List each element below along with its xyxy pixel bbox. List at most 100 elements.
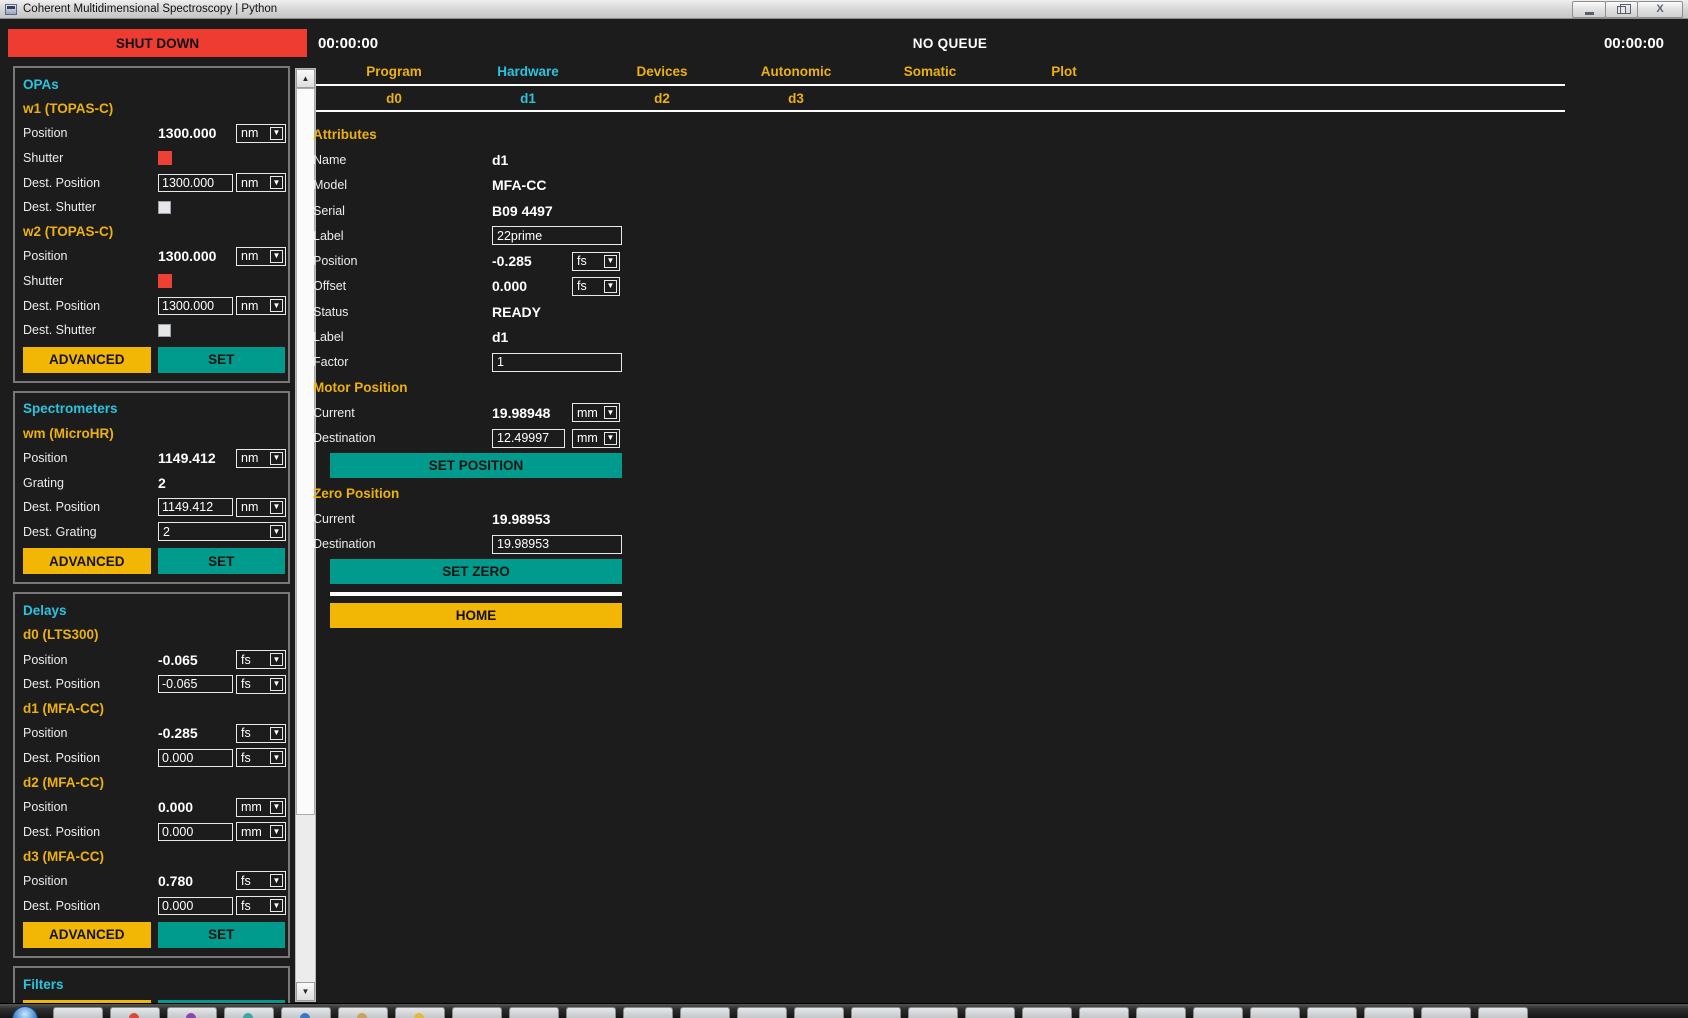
subtab-d2[interactable]: d2 [595,88,729,109]
subtab-d1[interactable]: d1 [461,88,595,109]
restore-button[interactable] [1605,1,1638,18]
tab-plot[interactable]: Plot [997,60,1131,84]
taskbar-button[interactable] [1079,1007,1129,1018]
dest-grating-select[interactable]: 2 ▼ [158,522,286,541]
unit-select[interactable]: nm ▼ [236,124,286,143]
unit-select[interactable]: mm ▼ [572,403,620,422]
taskbar-button[interactable] [965,1007,1015,1018]
set-button[interactable]: SET [158,347,286,373]
chevron-down-icon[interactable]: ▼ [270,653,283,666]
subtab-d0[interactable]: d0 [327,88,461,109]
taskbar-button[interactable] [908,1007,958,1018]
taskbar-button[interactable] [167,1007,217,1018]
unit-select[interactable]: fs ▼ [236,650,286,669]
scroll-down-button[interactable]: ▼ [296,982,315,1001]
unit-select[interactable]: fs ▼ [572,252,620,271]
taskbar-button[interactable] [53,1007,103,1018]
advanced-button[interactable]: ADVANCED [23,347,151,373]
chevron-down-icon[interactable]: ▼ [270,501,283,514]
advanced-button[interactable]: ADVANCED [23,922,151,948]
taskbar-button[interactable] [1307,1007,1357,1018]
taskbar-button[interactable] [509,1007,559,1018]
taskbar-button[interactable] [1022,1007,1072,1018]
tab-program[interactable]: Program [327,60,461,84]
unit-select[interactable]: fs ▼ [236,748,286,767]
dest-position-input[interactable] [158,823,233,841]
taskbar-button[interactable] [566,1007,616,1018]
chevron-down-icon[interactable]: ▼ [270,899,283,912]
set-button[interactable]: SET [158,922,286,948]
advanced-button[interactable]: ADVANCED [23,548,151,574]
chevron-down-icon[interactable]: ▼ [604,255,617,268]
chevron-down-icon[interactable]: ▼ [604,406,617,419]
chevron-down-icon[interactable]: ▼ [270,452,283,465]
minimize-button[interactable] [1572,1,1606,18]
dest-position-input[interactable] [158,174,233,192]
taskbar-button[interactable] [737,1007,787,1018]
taskbar-button[interactable] [224,1007,274,1018]
chevron-down-icon[interactable]: ▼ [270,678,283,691]
chevron-down-icon[interactable]: ▼ [270,127,283,140]
motor-destination-input[interactable] [492,429,565,448]
set-position-button[interactable]: SET POSITION [330,453,622,478]
factor-input[interactable] [492,353,622,372]
subtab-d3[interactable]: d3 [729,88,863,109]
unit-select[interactable]: fs ▼ [236,896,286,915]
taskbar-button[interactable] [1421,1007,1471,1018]
chevron-down-icon[interactable]: ▼ [270,525,283,538]
taskbar-button[interactable] [851,1007,901,1018]
tab-autonomic[interactable]: Autonomic [729,60,863,84]
unit-select[interactable]: fs ▼ [236,675,286,694]
chevron-down-icon[interactable]: ▼ [270,801,283,814]
dest-position-input[interactable] [158,297,233,315]
taskbar-button[interactable] [452,1007,502,1018]
unit-select[interactable]: nm ▼ [236,247,286,266]
unit-select[interactable]: fs ▼ [236,724,286,743]
unit-select[interactable]: nm ▼ [236,173,286,192]
start-orb-icon[interactable] [12,1006,38,1018]
taskbar-button[interactable] [1136,1007,1186,1018]
taskbar-button[interactable] [1478,1007,1528,1018]
unit-select[interactable]: fs ▼ [236,871,286,890]
unit-select[interactable]: mm ▼ [572,429,620,448]
tab-hardware[interactable]: Hardware [461,60,595,84]
dest-position-input[interactable] [158,897,233,915]
set-zero-button[interactable]: SET ZERO [330,559,622,584]
unit-select[interactable]: fs ▼ [572,277,620,296]
chevron-down-icon[interactable]: ▼ [604,280,617,293]
taskbar-button[interactable] [794,1007,844,1018]
scroll-up-button[interactable]: ▲ [296,69,315,88]
chevron-down-icon[interactable]: ▼ [270,250,283,263]
close-button[interactable]: X [1637,1,1683,18]
chevron-down-icon[interactable]: ▼ [270,176,283,189]
label-input[interactable] [492,226,622,245]
unit-select[interactable]: nm ▼ [236,498,286,517]
chevron-down-icon[interactable]: ▼ [270,727,283,740]
chevron-down-icon[interactable]: ▼ [270,751,283,764]
chevron-down-icon[interactable]: ▼ [270,874,283,887]
unit-select[interactable]: nm ▼ [236,449,286,468]
taskbar-button[interactable] [680,1007,730,1018]
taskbar-button[interactable] [281,1007,331,1018]
dest-shutter-checkbox[interactable] [158,201,171,214]
taskbar-button[interactable] [395,1007,445,1018]
dest-position-input[interactable] [158,749,233,767]
set-button[interactable]: SET [158,548,286,574]
dest-position-input[interactable] [158,675,233,693]
taskbar-button[interactable] [1364,1007,1414,1018]
shutdown-button[interactable]: SHUT DOWN [8,29,307,57]
dest-position-input[interactable] [158,498,233,516]
taskbar-button[interactable] [623,1007,673,1018]
taskbar-button[interactable] [338,1007,388,1018]
chevron-down-icon[interactable]: ▼ [604,432,617,445]
unit-select[interactable]: mm ▼ [236,822,286,841]
home-button[interactable]: HOME [330,603,622,628]
tab-somatic[interactable]: Somatic [863,60,997,84]
unit-select[interactable]: nm ▼ [236,296,286,315]
taskbar-button[interactable] [1250,1007,1300,1018]
tab-devices[interactable]: Devices [595,60,729,84]
zero-destination-input[interactable] [492,535,622,554]
dest-shutter-checkbox[interactable] [158,324,171,337]
chevron-down-icon[interactable]: ▼ [270,825,283,838]
unit-select[interactable]: mm ▼ [236,798,286,817]
